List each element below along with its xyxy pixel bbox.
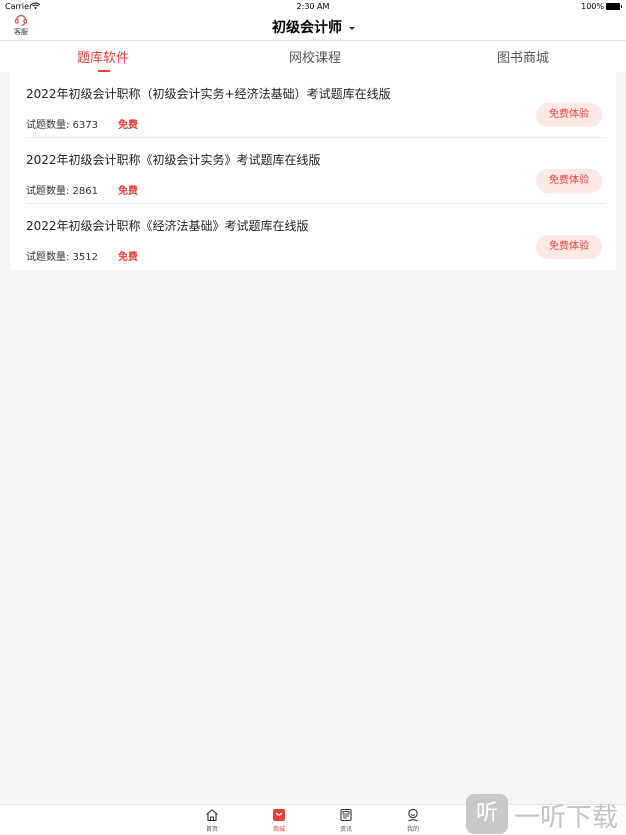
item-title: 2022年初级会计职称《初级会计实务》考试题库在线版 (26, 153, 321, 167)
list-item[interactable]: 2022年初级会计职称（初级会计实务+经济法基础）考试题库在线版 试题数量: 6… (10, 72, 616, 138)
tab-bar: 题库软件 网校课程 图书商城 (0, 40, 626, 72)
headset-icon (14, 14, 28, 26)
item-question-count: 试题数量: 2861 (26, 186, 98, 197)
profile-icon (408, 808, 418, 822)
bottom-tab-label: 我的 (406, 826, 419, 833)
bottom-tab-profile[interactable]: 我的 (398, 808, 428, 833)
watermark-logo: 听 (466, 794, 508, 834)
battery-percent: 100% (581, 2, 604, 11)
shop-icon (273, 809, 285, 821)
caret-down-icon[interactable] (349, 27, 355, 30)
customer-service-button[interactable]: 客服 (10, 13, 32, 39)
list-item[interactable]: 2022年初级会计职称《经济法基础》考试题库在线版 试题数量: 3512 免费 … (10, 204, 616, 270)
page-title[interactable]: 初级会计师 (272, 17, 342, 37)
bottom-tab-label: 资讯 (339, 826, 352, 833)
tab-book-store[interactable]: 图书商城 (497, 47, 549, 66)
free-trial-button[interactable]: 免费体验 (536, 103, 602, 127)
nav-bar: 客服 初级会计师 (0, 13, 626, 40)
battery-icon (606, 3, 622, 10)
customer-service-label: 客服 (14, 28, 28, 36)
item-free-label: 免费 (118, 186, 138, 197)
item-title: 2022年初级会计职称《经济法基础》考试题库在线版 (26, 219, 309, 233)
item-free-label: 免费 (118, 252, 138, 263)
watermark-text: 一听下载 (514, 803, 619, 833)
bottom-tab-news[interactable]: 资讯 (331, 808, 361, 833)
item-title: 2022年初级会计职称（初级会计实务+经济法基础）考试题库在线版 (26, 87, 391, 101)
free-trial-button[interactable]: 免费体验 (536, 169, 602, 193)
tab-online-courses[interactable]: 网校课程 (289, 47, 341, 66)
bottom-tab-label: 首页 (205, 826, 218, 833)
free-trial-button[interactable]: 免费体验 (536, 235, 602, 259)
watermark: 听 一听下载 (466, 792, 626, 835)
home-icon (206, 809, 218, 822)
news-icon (340, 808, 352, 822)
item-question-count: 试题数量: 6373 (26, 120, 98, 131)
status-bar: Carrier 2:30 AM 100% (0, 0, 626, 13)
item-question-count: 试题数量: 3512 (26, 252, 98, 263)
product-list: 2022年初级会计职称（初级会计实务+经济法基础）考试题库在线版 试题数量: 6… (10, 72, 616, 270)
bottom-tab-shop[interactable]: 商城 (264, 808, 294, 833)
list-item[interactable]: 2022年初级会计职称《初级会计实务》考试题库在线版 试题数量: 2861 免费… (10, 138, 616, 204)
bottom-tab-label: 商城 (272, 826, 285, 833)
item-free-label: 免费 (118, 120, 138, 131)
tab-question-bank[interactable]: 题库软件 (77, 47, 129, 66)
bottom-tab-home[interactable]: 首页 (197, 808, 227, 833)
status-time: 2:30 AM (296, 2, 330, 11)
